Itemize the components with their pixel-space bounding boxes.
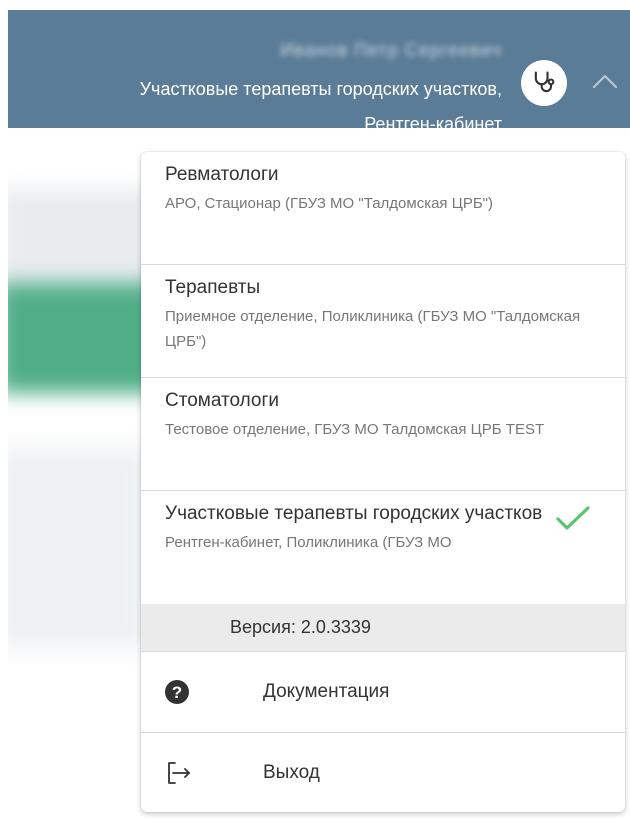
logout-icon [168,762,190,784]
role-title: Терапевты [165,277,261,298]
svg-text:?: ? [172,683,182,702]
logout-menu-item[interactable]: Выход [141,733,625,812]
role-subtitle: Приемное отделение, Поликлиника (ГБУЗ МО… [165,308,581,350]
background-blur-light [8,448,148,648]
current-role: Участковые терапевты городских участков, [139,79,502,99]
user-menu-dropdown: Ревматологи АРО, Стационар (ГБУЗ МО "Тал… [141,152,625,812]
checkmark-icon [556,506,590,530]
role-item-rheumatologists[interactable]: Ревматологи АРО, Стационар (ГБУЗ МО "Тал… [141,152,625,265]
chevron-up-icon[interactable] [590,66,620,96]
current-department: Рентген-кабинет [364,114,502,134]
documentation-label: Документация [263,681,390,702]
role-item-therapists[interactable]: Терапевты Приемное отделение, Поликлиник… [141,265,625,378]
role-subtitle: АРО, Стационар (ГБУЗ МО "Талдомская ЦРБ"… [165,195,493,212]
version-bar: Версия: 2.0.3339 [141,604,625,652]
role-title: Участковые терапевты городских участков [165,503,543,524]
role-subtitle: Тестовое отделение, ГБУЗ МО Талдомская Ц… [165,421,545,438]
version-label: Версия: 2.0.3339 [230,617,371,637]
help-circle-icon: ? [165,680,189,704]
role-item-dentists[interactable]: Стоматологи Тестовое отделение, ГБУЗ МО … [141,378,625,491]
documentation-menu-item[interactable]: ? Документация [141,652,625,732]
role-title: Ревматологи [165,164,279,185]
role-title: Стоматологи [165,390,280,411]
stethoscope-icon[interactable] [521,60,567,106]
role-subtitle: Рентген-кабинет, Поликлиника (ГБУЗ МО [165,534,452,551]
logout-label: Выход [263,762,320,783]
role-item-district-therapists[interactable]: Участковые терапевты городских участков … [141,491,625,604]
user-name: Иванов Петр Сергеевич [280,40,502,60]
background-blur-green [8,283,158,393]
